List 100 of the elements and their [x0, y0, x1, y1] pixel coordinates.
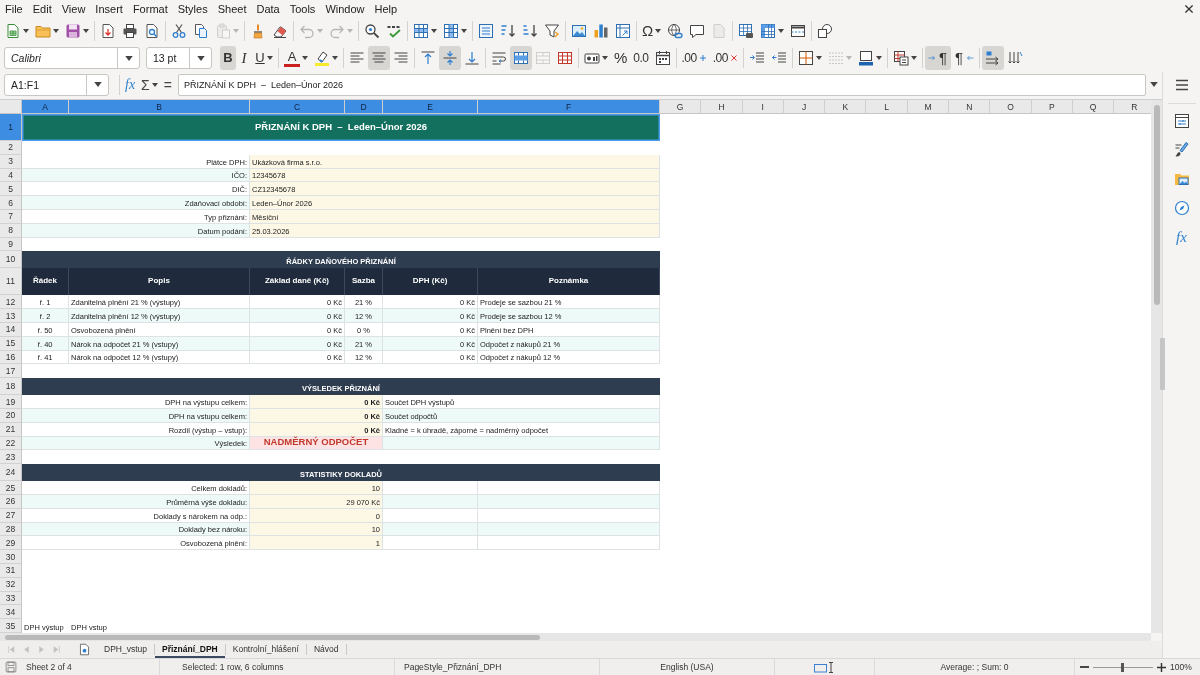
number-format-button[interactable]: 0.0 — [630, 46, 652, 70]
add-decimal-button[interactable]: .00 — [678, 46, 710, 70]
column-header[interactable]: H — [701, 100, 743, 114]
frozen-table-icon — [760, 23, 777, 39]
font-size-field[interactable]: 13 pt — [146, 47, 212, 69]
function-wizard-button[interactable]: fx — [122, 73, 139, 96]
menu-item[interactable]: Format — [127, 0, 173, 18]
column-header[interactable]: M — [907, 100, 950, 114]
menu-item[interactable]: Tools — [284, 0, 321, 18]
sheet-tab[interactable]: Návod — [306, 641, 346, 658]
cross-icon — [729, 54, 738, 62]
caret-icon — [23, 29, 29, 33]
left-triangle-icon — [22, 645, 31, 654]
caret-icon — [875, 56, 882, 60]
column-header[interactable]: N — [949, 100, 991, 114]
row-header[interactable]: 10 — [0, 251, 22, 269]
functions-button[interactable]: fx — [1169, 225, 1194, 249]
menu-item[interactable]: Help — [369, 0, 403, 18]
menu-icon — [1173, 77, 1190, 93]
percent-format-button[interactable]: % — [611, 46, 631, 70]
scrollbar-thumb[interactable] — [1153, 105, 1160, 305]
column-header[interactable]: G — [660, 100, 702, 114]
bold-button[interactable]: B — [220, 46, 236, 70]
row-header[interactable]: 35 — [0, 619, 22, 633]
horizontal-scrollbar[interactable] — [0, 633, 1151, 641]
column-header[interactable]: A — [22, 100, 69, 114]
center-vertically-button[interactable] — [439, 46, 461, 70]
formula-input-field[interactable]: PŘIZNÁNÍ K DPH – Leden–Únor 2026 — [177, 73, 1146, 96]
text-left-to-right-button[interactable] — [981, 46, 1004, 70]
column-header[interactable]: E — [383, 100, 478, 114]
row-header[interactable]: 13 — [0, 309, 22, 323]
row-header[interactable]: 23 — [0, 450, 22, 465]
menu-item[interactable]: Insert — [90, 0, 128, 18]
row-header[interactable]: 30 — [0, 550, 22, 564]
vertical-scrollbar[interactable] — [1151, 100, 1162, 633]
column-header[interactable]: D — [345, 100, 383, 114]
menu-item[interactable]: File — [0, 0, 28, 18]
row-header[interactable]: 11 — [0, 268, 22, 296]
font-color-button[interactable]: A — [281, 46, 311, 70]
caret-icon — [655, 29, 662, 33]
caret-icon — [93, 82, 102, 87]
sidebar-collapse-handle[interactable] — [1160, 338, 1165, 390]
merge-center-button[interactable] — [510, 46, 532, 70]
right-to-left-button[interactable]: ¶ — [950, 46, 977, 70]
left-to-right-button[interactable]: ¶ — [924, 46, 951, 70]
row-header[interactable]: 29 — [0, 536, 22, 551]
row-header[interactable]: 17 — [0, 364, 22, 379]
paintbrush-icon — [250, 23, 266, 39]
align-bottom-icon — [464, 50, 480, 66]
column-heading: Řádek — [22, 268, 69, 296]
row-header[interactable]: 19 — [0, 395, 22, 409]
column-header[interactable]: I — [742, 100, 784, 114]
column-header[interactable]: O — [990, 100, 1032, 114]
row-header[interactable]: 18 — [0, 378, 22, 396]
pivot-table-icon — [615, 23, 631, 39]
font-name-field[interactable]: Calibri — [4, 47, 140, 69]
delete-decimal-button[interactable]: .00 — [709, 46, 741, 70]
border-color-icon — [857, 50, 874, 66]
name-box-field[interactable]: A1:F1 — [4, 73, 109, 96]
special-character-button[interactable]: Ω — [639, 20, 665, 42]
italic-button[interactable]: I — [236, 46, 252, 70]
column-header[interactable]: R — [1114, 100, 1151, 114]
sheet-tab[interactable]: DPH_vstup — [97, 641, 154, 658]
row-header[interactable]: 34 — [0, 605, 22, 620]
menu-item[interactable]: Edit — [27, 0, 57, 18]
row-header[interactable]: 5 — [0, 182, 22, 197]
menu-item[interactable]: Data — [251, 0, 285, 18]
row-header[interactable]: 25 — [0, 481, 22, 495]
menu-item[interactable]: View — [56, 0, 91, 18]
selection-mode-icon[interactable] — [813, 661, 836, 673]
underline-button[interactable]: U — [252, 46, 276, 70]
row-header[interactable]: 6 — [0, 196, 22, 210]
menu-item[interactable]: Styles — [172, 0, 213, 18]
line-style-icon — [827, 50, 844, 66]
row-header[interactable]: 2 — [0, 141, 22, 155]
printer-icon — [122, 23, 138, 39]
sheet-tab[interactable]: Kontrolní_hlášení — [225, 641, 306, 658]
wrap-text-icon — [491, 50, 507, 66]
zoom-in-icon[interactable] — [1156, 662, 1166, 672]
zoom-slider-thumb[interactable] — [1121, 662, 1124, 672]
page-style: PageStyle_Přiznání_DPH — [404, 662, 502, 672]
column-header[interactable]: B — [69, 100, 250, 114]
row-header[interactable]: 12 — [0, 295, 22, 310]
menu-item[interactable]: Sheet — [212, 0, 252, 18]
formula-button[interactable]: = — [160, 73, 175, 96]
column-header[interactable]: L — [866, 100, 908, 114]
sum-button[interactable]: Σ — [138, 73, 161, 96]
column-header[interactable]: J — [783, 100, 826, 114]
column-header[interactable]: Q — [1072, 100, 1115, 114]
caret-icon — [845, 56, 852, 60]
scrollbar-thumb[interactable] — [5, 634, 540, 640]
column-header[interactable]: C — [250, 100, 345, 114]
text-direction-icon — [984, 50, 1001, 66]
close-icon[interactable] — [1185, 5, 1193, 13]
row-header[interactable]: 1 — [0, 114, 22, 141]
column-header[interactable]: P — [1031, 100, 1073, 114]
menu-item[interactable]: Window — [320, 0, 370, 18]
column-header[interactable]: F — [478, 100, 660, 114]
row-header[interactable]: 24 — [0, 464, 22, 482]
column-header[interactable]: K — [825, 100, 867, 114]
